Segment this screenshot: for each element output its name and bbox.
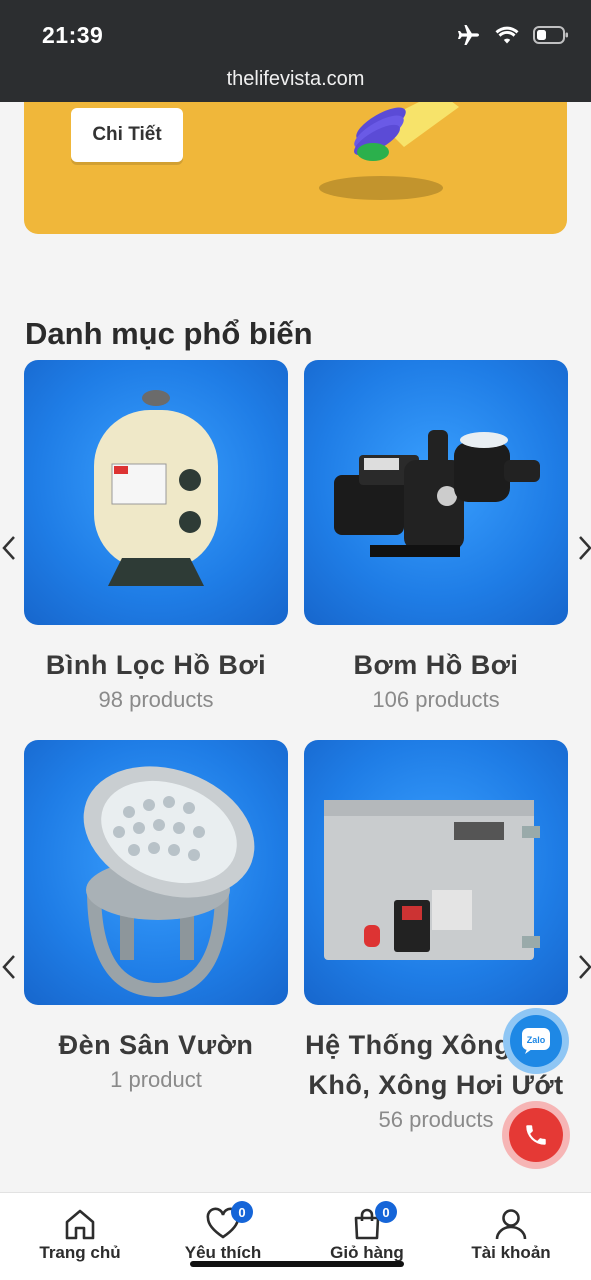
home-icon <box>62 1207 98 1241</box>
nav-item-cart[interactable]: 0 Giỏ hàng <box>307 1201 427 1263</box>
section-title: Danh mục phổ biến <box>25 316 313 351</box>
chevron-right-icon[interactable] <box>574 952 591 982</box>
phone-icon <box>509 1108 563 1162</box>
wishlist-count-badge: 0 <box>231 1201 253 1223</box>
battery-icon <box>533 26 568 44</box>
nav-item-account[interactable]: Tài khoản <box>451 1207 571 1263</box>
category-title[interactable]: Bình Lọc Hồ Bơi <box>24 645 288 685</box>
nav-item-home[interactable]: Trang chủ <box>20 1207 140 1263</box>
url-bar[interactable]: thelifevista.com <box>0 68 591 91</box>
banner-illustration <box>319 102 459 200</box>
category-card-pool-filter[interactable]: Bình Lọc Hồ Bơi 98 products <box>24 360 288 713</box>
bag-icon: 0 <box>349 1201 397 1241</box>
home-indicator <box>190 1261 404 1267</box>
chevron-right-icon[interactable] <box>574 533 591 563</box>
nav-label: Giỏ hàng <box>330 1243 404 1262</box>
status-time: 21:39 <box>42 22 104 48</box>
details-button[interactable]: Chi Tiết <box>71 108 183 162</box>
category-card-sauna-system[interactable]: Hệ Thống Xông Hơi Khô, Xông Hơi Ướt 56 p… <box>304 740 568 1133</box>
chevron-left-icon[interactable] <box>0 952 20 982</box>
category-card-pool-pump[interactable]: Bơm Hồ Bơi 106 products <box>304 360 568 713</box>
cart-count-badge: 0 <box>375 1201 397 1223</box>
category-count: 98 products <box>98 687 214 712</box>
nav-item-wishlist[interactable]: 0 Yêu thích <box>163 1201 283 1263</box>
category-title[interactable]: Bơm Hồ Bơi <box>304 645 568 685</box>
zalo-icon: Zalo <box>510 1015 562 1067</box>
category-count: 1 product <box>110 1067 202 1092</box>
wifi-icon <box>495 26 519 44</box>
status-icons <box>457 24 569 46</box>
category-card-garden-light[interactable]: Đèn Sân Vườn 1 product <box>24 740 288 1093</box>
category-image[interactable] <box>304 360 568 625</box>
chevron-left-icon[interactable] <box>0 533 20 563</box>
steam-generator-image <box>324 800 540 960</box>
nav-label: Tài khoản <box>471 1243 551 1262</box>
garden-light-image <box>83 766 255 998</box>
category-title[interactable]: Đèn Sân Vườn <box>24 1025 288 1065</box>
category-image[interactable] <box>24 360 288 625</box>
category-image[interactable] <box>304 740 568 1005</box>
call-button[interactable] <box>502 1101 570 1169</box>
promo-banner: Chi Tiết <box>24 102 567 234</box>
nav-label: Yêu thích <box>184 1243 262 1262</box>
user-icon <box>493 1207 529 1241</box>
pool-filter-image <box>94 390 218 586</box>
zalo-chat-button[interactable]: Zalo <box>503 1008 569 1074</box>
pool-pump-image <box>334 430 540 557</box>
category-image[interactable] <box>24 740 288 1005</box>
svg-text:Zalo: Zalo <box>527 1035 546 1045</box>
browser-status-bar: 21:39 thelifevista.com <box>0 0 591 102</box>
category-count: 106 products <box>372 687 500 712</box>
nav-label: Trang chủ <box>39 1243 121 1262</box>
airplane-icon <box>458 25 479 45</box>
heart-icon: 0 <box>205 1201 253 1241</box>
